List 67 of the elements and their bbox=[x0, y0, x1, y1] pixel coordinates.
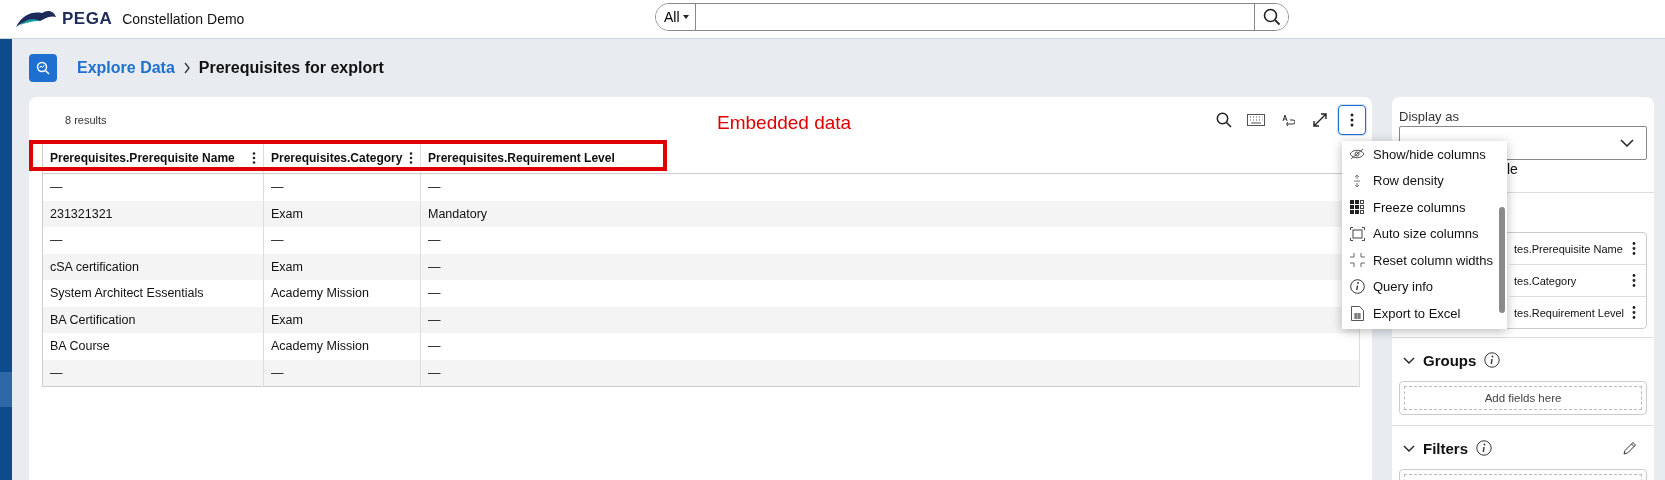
table-cell: Academy Mission bbox=[263, 280, 421, 307]
density-icon bbox=[1353, 173, 1361, 188]
table-cell: BA Course bbox=[42, 333, 264, 360]
chevron-down-icon[interactable] bbox=[1403, 444, 1415, 452]
table-cell: — bbox=[42, 227, 264, 254]
search-field[interactable]: All bbox=[655, 3, 1289, 31]
table-cell: — bbox=[42, 359, 264, 387]
chevron-down-icon[interactable] bbox=[1403, 356, 1415, 364]
scope-dropdown[interactable]: All bbox=[656, 4, 696, 30]
breadcrumb-link[interactable]: Explore Data bbox=[77, 59, 175, 77]
search-icon bbox=[1216, 112, 1232, 128]
explore-icon bbox=[29, 54, 57, 82]
table-cell: System Architect Essentials bbox=[42, 280, 264, 307]
info-icon bbox=[1476, 440, 1492, 456]
table-cell: — bbox=[263, 359, 421, 387]
logo-icon bbox=[14, 9, 58, 29]
keyboard-icon bbox=[1247, 114, 1265, 126]
table-cell: — bbox=[420, 359, 1360, 387]
more-icon bbox=[1350, 113, 1354, 127]
more-icon bbox=[1632, 274, 1636, 287]
column-header[interactable]: Prerequisites.Prerequisite Name bbox=[42, 143, 264, 174]
info-icon bbox=[1349, 279, 1365, 295]
table-cell: — bbox=[263, 227, 421, 254]
column-item[interactable]: tes.Prerequisite Name bbox=[1510, 233, 1646, 265]
more-icon bbox=[1632, 242, 1636, 255]
column-header[interactable]: Prerequisites.Category bbox=[263, 143, 421, 174]
table-cell: 231321321 bbox=[42, 200, 264, 227]
results-count: 8 results bbox=[65, 114, 107, 126]
search-icon bbox=[1262, 8, 1281, 26]
annotation-label: Embedded data bbox=[717, 112, 852, 134]
table-cell: — bbox=[420, 333, 1360, 360]
table-cell: — bbox=[42, 173, 264, 201]
field-label: Display as bbox=[1399, 109, 1460, 124]
table-cell: Exam bbox=[263, 306, 421, 333]
display-option[interactable]: le bbox=[1507, 161, 1518, 177]
eye-icon bbox=[1349, 148, 1365, 161]
column-item[interactable]: tes.Category bbox=[1510, 265, 1646, 297]
shrink-icon bbox=[1349, 253, 1365, 268]
table-cell: Exam bbox=[263, 253, 421, 280]
more-icon bbox=[1632, 306, 1636, 319]
text-direction-icon bbox=[1281, 113, 1295, 127]
app-name: Constellation Demo bbox=[122, 11, 245, 27]
page-title: Prerequisites for explort bbox=[198, 59, 384, 77]
search-button[interactable] bbox=[1254, 4, 1288, 30]
brand-name: PEGA bbox=[62, 9, 113, 29]
table-cell: cSA certification bbox=[42, 253, 264, 280]
table-cell: Academy Mission bbox=[263, 333, 421, 360]
autosize-icon bbox=[1349, 226, 1365, 241]
section-title: Groups bbox=[1423, 351, 1477, 369]
grid-icon bbox=[1350, 200, 1364, 215]
chevron-icon bbox=[182, 62, 191, 74]
info-icon bbox=[1484, 352, 1501, 368]
table-cell: BA Certification bbox=[42, 306, 264, 333]
caret-icon bbox=[682, 15, 689, 19]
section-title: Filters bbox=[1423, 439, 1468, 457]
more-icon[interactable] bbox=[252, 152, 256, 164]
table-cell: — bbox=[420, 306, 1360, 333]
spreadsheet-icon bbox=[1350, 305, 1364, 321]
column-item[interactable]: tes.Requirement Level bbox=[1510, 297, 1646, 328]
expand-icon bbox=[1313, 113, 1327, 127]
chevron-down-icon bbox=[1620, 139, 1634, 147]
table-cell: Exam bbox=[263, 200, 421, 227]
pencil-icon[interactable] bbox=[1623, 441, 1637, 455]
more-options-button[interactable] bbox=[1338, 105, 1366, 135]
drop-zone[interactable]: Add fields here bbox=[1399, 381, 1647, 415]
table-cell: — bbox=[263, 173, 421, 201]
more-icon[interactable] bbox=[409, 152, 413, 164]
